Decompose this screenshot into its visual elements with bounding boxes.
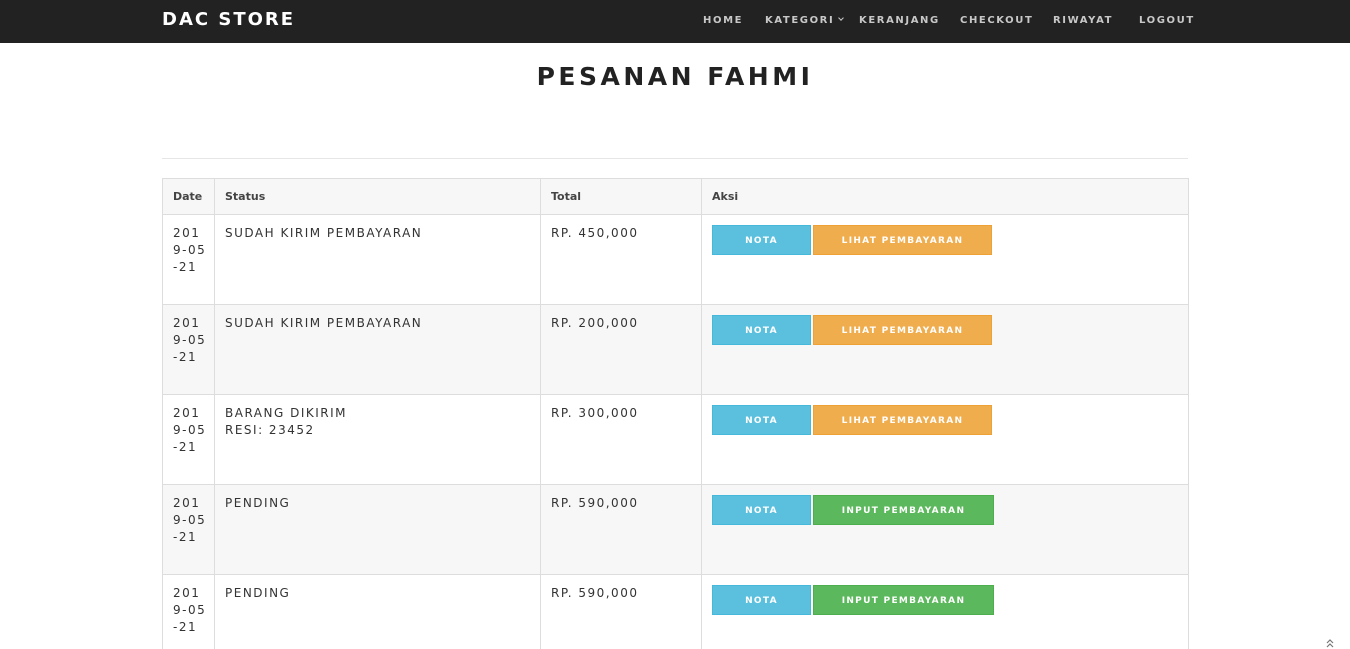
cell-total: RP. 590,000 (540, 574, 702, 649)
cell-status: PENDING (214, 484, 541, 575)
order-status: BARANG DIKIRIM (225, 406, 348, 420)
header-date: Date (162, 178, 215, 215)
navbar: DAC STORE HOME KATEGORI KERANJANG CHECKO… (0, 0, 1350, 43)
table-header-row: Date Status Total Aksi (162, 178, 1189, 215)
order-date: 2019-05-21 (173, 316, 207, 364)
nav-riwayat[interactable]: RIWAYAT (1053, 15, 1113, 26)
chevron-down-icon (838, 15, 845, 21)
order-date: 2019-05-21 (173, 406, 207, 454)
nota-button[interactable]: NOTA (712, 585, 811, 615)
brand-logo[interactable]: DAC STORE (162, 9, 295, 30)
cell-aksi: NOTA LIHAT PEMBAYARAN (701, 304, 1189, 395)
table-row: 2019-05-21 PENDING RP. 590,000 NOTA INPUT… (162, 574, 1189, 649)
order-date: 2019-05-21 (173, 586, 207, 634)
cell-status: BARANG DIKIRIM RESI: 23452 (214, 394, 541, 485)
table-row: 2019-05-21 PENDING RP. 590,000 NOTA INPUT… (162, 484, 1189, 575)
cell-date: 2019-05-21 (162, 394, 215, 485)
header-aksi: Aksi (701, 178, 1189, 215)
cell-total: RP. 300,000 (540, 394, 702, 485)
cell-date: 2019-05-21 (162, 304, 215, 395)
nota-button[interactable]: NOTA (712, 495, 811, 525)
cell-aksi: NOTA LIHAT PEMBAYARAN (701, 214, 1189, 305)
input-pembayaran-button[interactable]: INPUT PEMBAYARAN (813, 585, 994, 615)
cell-date: 2019-05-21 (162, 484, 215, 575)
divider (162, 158, 1188, 159)
page-title: PESANAN FAHMI (536, 62, 814, 91)
cell-status: SUDAH KIRIM PEMBAYARAN (214, 214, 541, 305)
lihat-pembayaran-button[interactable]: LIHAT PEMBAYARAN (813, 405, 992, 435)
order-date: 2019-05-21 (173, 496, 207, 544)
resi-number: RESI: 23452 (225, 423, 315, 437)
nota-button[interactable]: NOTA (712, 225, 811, 255)
cell-aksi: NOTA LIHAT PEMBAYARAN (701, 394, 1189, 485)
table-row: 2019-05-21 BARANG DIKIRIM RESI: 23452 RP.… (162, 394, 1189, 485)
orders-table: Date Status Total Aksi 2019-05-21 SUDAH … (162, 178, 1189, 649)
order-status: PENDING (225, 586, 291, 600)
cell-total: RP. 590,000 (540, 484, 702, 575)
nota-button[interactable]: NOTA (712, 405, 811, 435)
cell-total: RP. 200,000 (540, 304, 702, 395)
cell-status: PENDING (214, 574, 541, 649)
nav-checkout[interactable]: CHECKOUT (960, 15, 1033, 26)
cell-aksi: NOTA INPUT PEMBAYARAN (701, 574, 1189, 649)
order-date: 2019-05-21 (173, 226, 207, 274)
table-row: 2019-05-21 SUDAH KIRIM PEMBAYARAN RP. 20… (162, 304, 1189, 395)
double-chevron-up-icon[interactable] (1325, 636, 1335, 648)
cell-total: RP. 450,000 (540, 214, 702, 305)
nav-kategori-label: KATEGORI (765, 15, 835, 26)
lihat-pembayaran-button[interactable]: LIHAT PEMBAYARAN (813, 315, 992, 345)
cell-status: SUDAH KIRIM PEMBAYARAN (214, 304, 541, 395)
nav-kategori[interactable]: KATEGORI (765, 15, 845, 26)
header-status: Status (214, 178, 541, 215)
cell-date: 2019-05-21 (162, 214, 215, 305)
order-status: SUDAH KIRIM PEMBAYARAN (225, 316, 423, 330)
nav-home[interactable]: HOME (703, 15, 743, 26)
cell-aksi: NOTA INPUT PEMBAYARAN (701, 484, 1189, 575)
nav-logout[interactable]: LOGOUT (1139, 15, 1195, 26)
nav-keranjang[interactable]: KERANJANG (859, 15, 940, 26)
cell-date: 2019-05-21 (162, 574, 215, 649)
table-row: 2019-05-21 SUDAH KIRIM PEMBAYARAN RP. 45… (162, 214, 1189, 305)
input-pembayaran-button[interactable]: INPUT PEMBAYARAN (813, 495, 994, 525)
header-total: Total (540, 178, 702, 215)
order-status: SUDAH KIRIM PEMBAYARAN (225, 226, 423, 240)
order-status: PENDING (225, 496, 291, 510)
nota-button[interactable]: NOTA (712, 315, 811, 345)
lihat-pembayaran-button[interactable]: LIHAT PEMBAYARAN (813, 225, 992, 255)
